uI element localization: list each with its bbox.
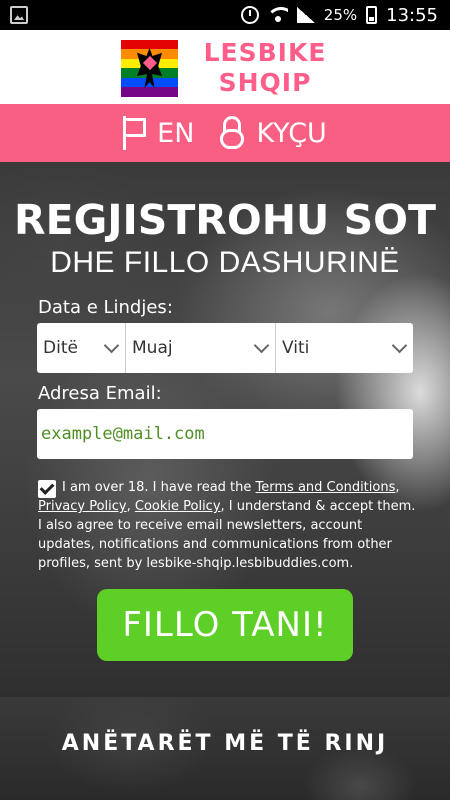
status-icons: 25% 13:55 <box>240 4 438 26</box>
battery-icon <box>366 6 378 24</box>
day-select[interactable]: Ditë <box>37 323 125 373</box>
wifi-icon <box>267 7 288 23</box>
privacy-link[interactable]: Privacy Policy <box>38 499 127 514</box>
language-label: EN <box>157 117 195 149</box>
terms-link[interactable]: Terms and Conditions <box>256 480 396 495</box>
month-select-value: Muaj <box>132 338 173 358</box>
flag-stripe <box>121 87 178 97</box>
dob-selects: Ditë Muaj Viti <box>37 323 413 373</box>
logo-line-2: SHQIP <box>218 68 312 97</box>
site-logo-text[interactable]: LESBIKE SHQIP <box>195 38 335 98</box>
logo-header: LESBIKE SHQIP <box>0 30 450 104</box>
top-nav: EN KYÇU <box>0 104 450 162</box>
flag-icon <box>123 116 147 150</box>
status-bar: 25% 13:55 <box>0 0 450 30</box>
dob-label: Data e Lindjes: <box>38 297 173 318</box>
gallery-notification-icon <box>10 6 28 24</box>
email-label: Adresa Email: <box>38 383 162 404</box>
signal-icon <box>296 7 315 23</box>
rainbow-flag-logo[interactable] <box>121 40 178 97</box>
terms-prefix: I am over 18. I have read the <box>62 480 252 495</box>
month-select[interactable]: Muaj <box>125 323 275 373</box>
day-select-value: Ditë <box>43 338 78 358</box>
login-button[interactable]: KYÇU <box>220 116 327 150</box>
cookie-link[interactable]: Cookie Policy <box>135 499 221 514</box>
newest-members-title: ANËTARËT MË TË RINJ <box>61 731 389 756</box>
language-button[interactable]: EN <box>123 116 194 150</box>
year-select-value: Viti <box>282 338 310 358</box>
start-now-button[interactable]: FILLO TANI! <box>97 589 353 661</box>
registration-hero: REGJISTROHU SOT DHE FILLO DASHURINË Data… <box>0 162 450 697</box>
logo-line-1: LESBIKE <box>203 38 327 67</box>
email-field[interactable] <box>37 409 413 459</box>
newest-members-section: ANËTARËT MË TË RINJ <box>0 697 450 800</box>
hero-title: REGJISTROHU SOT <box>14 196 436 244</box>
alarm-icon <box>240 6 259 24</box>
chevron-down-icon <box>103 337 120 354</box>
consent-text: I am over 18. I have read the Terms and … <box>38 480 416 571</box>
hero-subtitle: DHE FILLO DASHURINË <box>50 246 400 279</box>
clock: 13:55 <box>386 4 438 26</box>
lock-icon <box>220 116 245 150</box>
chevron-down-icon <box>253 337 270 354</box>
battery-percent: 25% <box>323 6 358 24</box>
year-select[interactable]: Viti <box>275 323 413 373</box>
login-label: KYÇU <box>256 117 327 149</box>
chevron-down-icon <box>391 337 408 354</box>
